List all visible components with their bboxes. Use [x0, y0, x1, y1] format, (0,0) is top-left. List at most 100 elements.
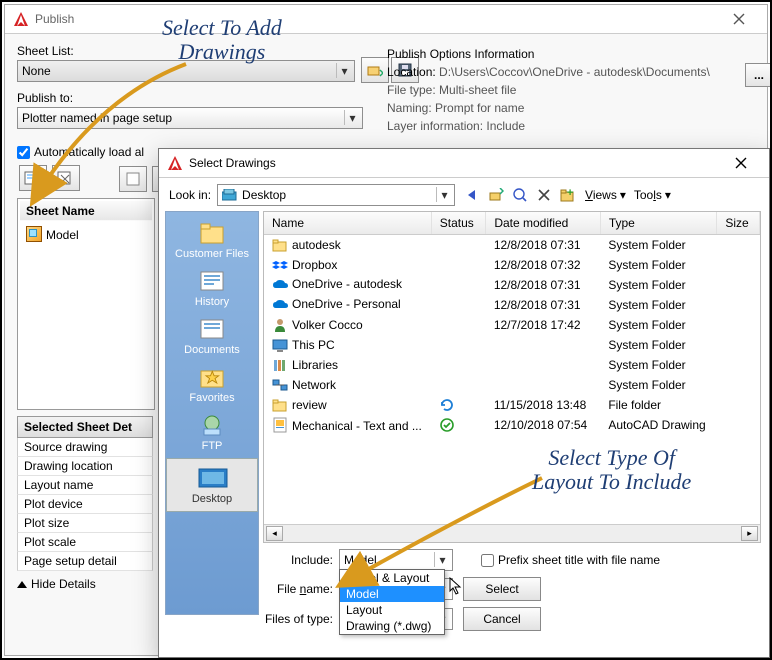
- sidebar-icon: [196, 268, 228, 294]
- sheet-grid[interactable]: Sheet Name Model: [17, 198, 155, 410]
- select-titlebar: Select Drawings: [159, 149, 769, 178]
- file-row[interactable]: autodesk12/8/2018 07:31System Folder: [264, 235, 760, 256]
- chevron-down-icon: ▾: [336, 63, 352, 78]
- open-sheetlist-button[interactable]: [361, 57, 389, 83]
- include-option[interactable]: Drawing (*.dwg): [340, 618, 444, 634]
- file-row[interactable]: Mechanical - Text and ...12/10/2018 07:5…: [264, 415, 760, 435]
- auto-load-check[interactable]: [17, 146, 30, 159]
- sidebar-item-favorites[interactable]: Favorites: [166, 362, 258, 406]
- publish-to-combo[interactable]: Plotter named in page setup ▾: [17, 107, 363, 129]
- filetype-row: File type: Multi-sheet file: [387, 81, 710, 99]
- sidebar-label: History: [195, 296, 229, 308]
- new-folder-icon[interactable]: +: [559, 186, 577, 204]
- col-date-modified[interactable]: Date modified: [486, 212, 601, 235]
- status-icon: [439, 397, 455, 413]
- status-icon: [439, 317, 455, 333]
- file-row[interactable]: Volker Cocco12/7/2018 17:42System Folder: [264, 315, 760, 335]
- scroll-right-icon[interactable]: ▸: [741, 526, 758, 541]
- sidebar-label: Documents: [184, 344, 240, 356]
- selected-header: Selected Sheet Det: [17, 416, 153, 438]
- horizontal-scrollbar[interactable]: ◂ ▸: [264, 524, 760, 542]
- file-row[interactable]: OneDrive - Personal12/8/2018 07:31System…: [264, 295, 760, 315]
- file-type-icon: [272, 277, 288, 293]
- close-icon[interactable]: [721, 152, 761, 174]
- file-row[interactable]: LibrariesSystem Folder: [264, 355, 760, 375]
- col-size[interactable]: Size: [717, 212, 760, 235]
- layout-icon: [26, 226, 42, 242]
- select-drawings-dialog: Select Drawings Look in: Desktop ▾ +: [158, 148, 770, 658]
- col-type[interactable]: Type: [600, 212, 717, 235]
- col-status[interactable]: Status: [431, 212, 486, 235]
- col-name[interactable]: Name: [264, 212, 431, 235]
- select-title: Select Drawings: [189, 156, 276, 170]
- sheet-list-label: Sheet List:: [17, 44, 355, 58]
- look-in-combo[interactable]: Desktop ▾: [217, 184, 455, 206]
- publish-titlebar: Publish: [5, 5, 767, 34]
- remove-sheets-button[interactable]: [52, 165, 80, 191]
- include-option[interactable]: Layout: [340, 602, 444, 618]
- file-row[interactable]: OneDrive - autodesk12/8/2018 07:31System…: [264, 275, 760, 295]
- prefix-label: Prefix sheet title with file name: [498, 553, 660, 567]
- prefix-checkbox[interactable]: Prefix sheet title with file name: [481, 553, 660, 567]
- prefix-check[interactable]: [481, 554, 494, 567]
- status-icon: [439, 257, 455, 273]
- sheet-name-col: Sheet Name: [20, 201, 152, 221]
- file-type-icon: [272, 417, 288, 433]
- triangle-up-icon: [17, 581, 27, 588]
- back-icon[interactable]: [463, 186, 481, 204]
- include-dropdown-list[interactable]: Model & LayoutModelLayoutDrawing (*.dwg): [339, 569, 445, 635]
- detail-row: Plot device: [17, 495, 153, 514]
- sidebar-item-ftp[interactable]: FTP: [166, 410, 258, 454]
- sheet-row: Model: [46, 228, 79, 242]
- scroll-left-icon[interactable]: ◂: [266, 526, 283, 541]
- location-label: Location:: [387, 65, 436, 79]
- delete-icon[interactable]: [535, 186, 553, 204]
- include-option[interactable]: Model & Layout: [340, 570, 444, 586]
- sheet-list-combo[interactable]: None ▾: [17, 60, 355, 82]
- search-web-icon[interactable]: [511, 186, 529, 204]
- auto-load-label: Automatically load al: [34, 145, 144, 159]
- cancel-button[interactable]: Cancel: [463, 607, 541, 631]
- detail-row: Source drawing: [17, 438, 153, 457]
- include-option[interactable]: Model: [340, 586, 444, 602]
- file-row[interactable]: NetworkSystem Folder: [264, 375, 760, 395]
- selected-sheet-details: Selected Sheet Det Source drawingDrawing…: [17, 416, 153, 571]
- select-button[interactable]: Select: [463, 577, 541, 601]
- hide-details-label: Hide Details: [31, 577, 96, 591]
- autocad-app-icon: [167, 155, 183, 171]
- status-icon: [439, 377, 455, 393]
- sidebar-item-desktop[interactable]: Desktop: [166, 458, 258, 512]
- include-value: Model: [344, 553, 377, 567]
- naming-row: Naming: Prompt for name: [387, 99, 710, 117]
- publish-to-label: Publish to:: [17, 91, 363, 105]
- views-menu[interactable]: Views▾: [585, 188, 626, 202]
- up-level-icon[interactable]: [487, 186, 505, 204]
- filesoftype-label: Files of type:: [263, 612, 333, 626]
- close-icon[interactable]: [719, 8, 759, 30]
- autocad-app-icon: [13, 11, 29, 27]
- publish-options-button[interactable]: ...: [745, 63, 772, 87]
- file-list[interactable]: NameStatusDate modifiedTypeSize autodesk…: [263, 211, 761, 543]
- sidebar-item-customer-files[interactable]: Customer Files: [166, 218, 258, 262]
- status-icon: [439, 277, 455, 293]
- sidebar-label: Desktop: [192, 493, 232, 505]
- status-icon: [439, 417, 455, 433]
- publish-title: Publish: [35, 12, 74, 26]
- file-type-icon: [272, 377, 288, 393]
- file-row[interactable]: This PCSystem Folder: [264, 335, 760, 355]
- places-sidebar: Customer Files History Documents Favorites F…: [165, 211, 259, 615]
- file-row[interactable]: Dropbox12/8/2018 07:32System Folder: [264, 255, 760, 275]
- sidebar-item-documents[interactable]: Documents: [166, 314, 258, 358]
- sidebar-label: FTP: [202, 440, 223, 452]
- sidebar-icon: [196, 465, 228, 491]
- file-row[interactable]: review11/15/2018 13:48File folder: [264, 395, 760, 415]
- cursor-icon: [449, 577, 463, 595]
- add-sheets-button[interactable]: [19, 165, 47, 191]
- sidebar-item-history[interactable]: History: [166, 266, 258, 310]
- tools-menu[interactable]: Tools▾: [634, 188, 671, 202]
- file-type-icon: [272, 257, 288, 273]
- toolbar-button[interactable]: [119, 166, 147, 192]
- include-label: Include:: [263, 553, 333, 567]
- layerinfo-row: Layer information: Include: [387, 117, 710, 135]
- include-combo[interactable]: Model ▾: [339, 549, 453, 571]
